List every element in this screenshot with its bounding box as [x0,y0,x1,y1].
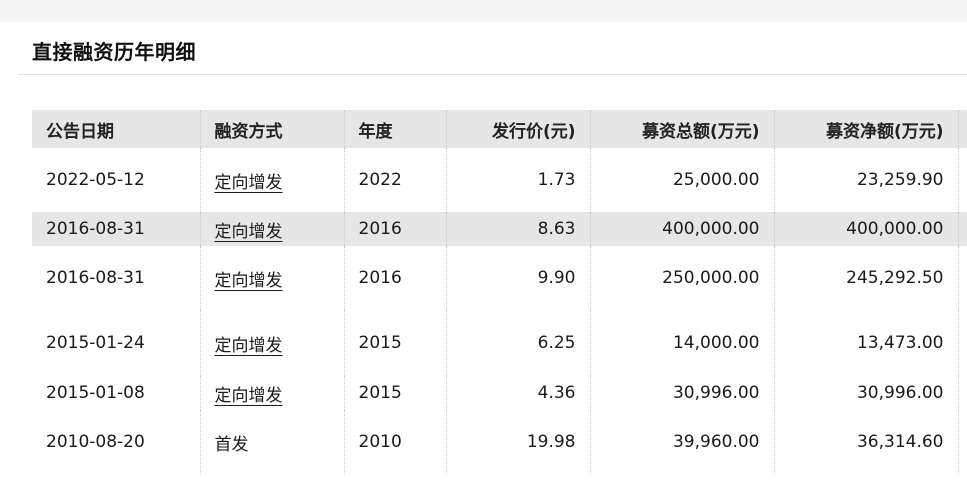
cell-method: 定向增发 [200,376,345,410]
cell-overflow [958,148,967,212]
column-header-net: 募资净额(万元) [774,110,959,148]
cell-method: 定向增发 [200,148,345,212]
cell-gross: 14,000.00 [590,310,775,376]
cell-net: 400,000.00 [774,212,959,246]
table-row: 2016-08-31 定向增发 2016 8.63 400,000.00 400… [32,212,967,246]
cell-gross: 400,000.00 [590,212,775,246]
column-header-price: 发行价(元) [446,110,591,148]
cell-gross: 39,960.00 [590,410,775,474]
table-row: 2016-08-31 定向增发 2016 9.90 250,000.00 245… [32,246,967,310]
cell-gross: 250,000.00 [590,246,775,310]
panel-title: 直接融资历年明细 [32,40,196,64]
table-row: 2015-01-24 定向增发 2015 6.25 14,000.00 13,4… [32,310,967,376]
cell-method: 定向增发 [200,246,345,310]
cell-net: 245,292.50 [774,246,959,310]
column-header-gross: 募资总额(万元) [590,110,775,148]
cell-year: 2016 [344,246,447,310]
cell-price: 19.98 [446,410,591,474]
title-divider [18,74,967,75]
cell-overflow [958,376,967,410]
cell-date: 2016-08-31 [32,246,201,310]
column-header-year: 年度 [344,110,447,148]
cell-price: 9.90 [446,246,591,310]
column-header-date: 公告日期 [32,110,201,148]
cell-date: 2015-01-24 [32,310,201,376]
cell-method: 定向增发 [200,212,345,246]
cell-gross: 25,000.00 [590,148,775,212]
cell-price: 1.73 [446,148,591,212]
cell-price: 4.36 [446,376,591,410]
cell-price: 6.25 [446,310,591,376]
cell-overflow [958,310,967,376]
cell-date: 2015-01-08 [32,376,201,410]
cell-date: 2010-08-20 [32,410,201,474]
cell-price: 8.63 [446,212,591,246]
cell-net: 13,473.00 [774,310,959,376]
cell-date: 2022-05-12 [32,148,201,212]
table-header-row: 公告日期 融资方式 年度 发行价(元) 募资总额(万元) 募资净额(万元) [32,110,967,148]
cell-method: 定向增发 [200,310,345,376]
column-header-method: 融资方式 [200,110,345,148]
method-link[interactable]: 定向增发 [215,271,283,291]
cell-gross: 30,996.00 [590,376,775,410]
cell-net: 30,996.00 [774,376,959,410]
cell-overflow [958,212,967,246]
cell-overflow [958,246,967,310]
top-strip [0,0,967,22]
cell-net: 23,259.90 [774,148,959,212]
cell-year: 2015 [344,310,447,376]
cell-date: 2016-08-31 [32,212,201,246]
cell-year: 2022 [344,148,447,212]
table-row: 2022-05-12 定向增发 2022 1.73 25,000.00 23,2… [32,148,967,212]
method-link[interactable]: 定向增发 [215,386,283,406]
cell-net: 36,314.60 [774,410,959,474]
method-link[interactable]: 定向增发 [215,173,283,193]
cell-method: 首发 [200,410,345,474]
financing-table: 公告日期 融资方式 年度 发行价(元) 募资总额(万元) 募资净额(万元) 20… [32,110,967,474]
cell-year: 2016 [344,212,447,246]
method-link[interactable]: 定向增发 [215,336,283,356]
cell-overflow [958,410,967,474]
column-header-overflow [958,110,967,148]
table-row: 2010-08-20 首发 2010 19.98 39,960.00 36,31… [32,410,967,474]
cell-year: 2015 [344,376,447,410]
cell-year: 2010 [344,410,447,474]
method-link[interactable]: 定向增发 [215,222,283,242]
financing-detail-panel: 直接融资历年明细 公告日期 融资方式 年度 发行价(元) 募资总额(万元) 募资… [18,22,967,486]
table-row: 2015-01-08 定向增发 2015 4.36 30,996.00 30,9… [32,376,967,410]
